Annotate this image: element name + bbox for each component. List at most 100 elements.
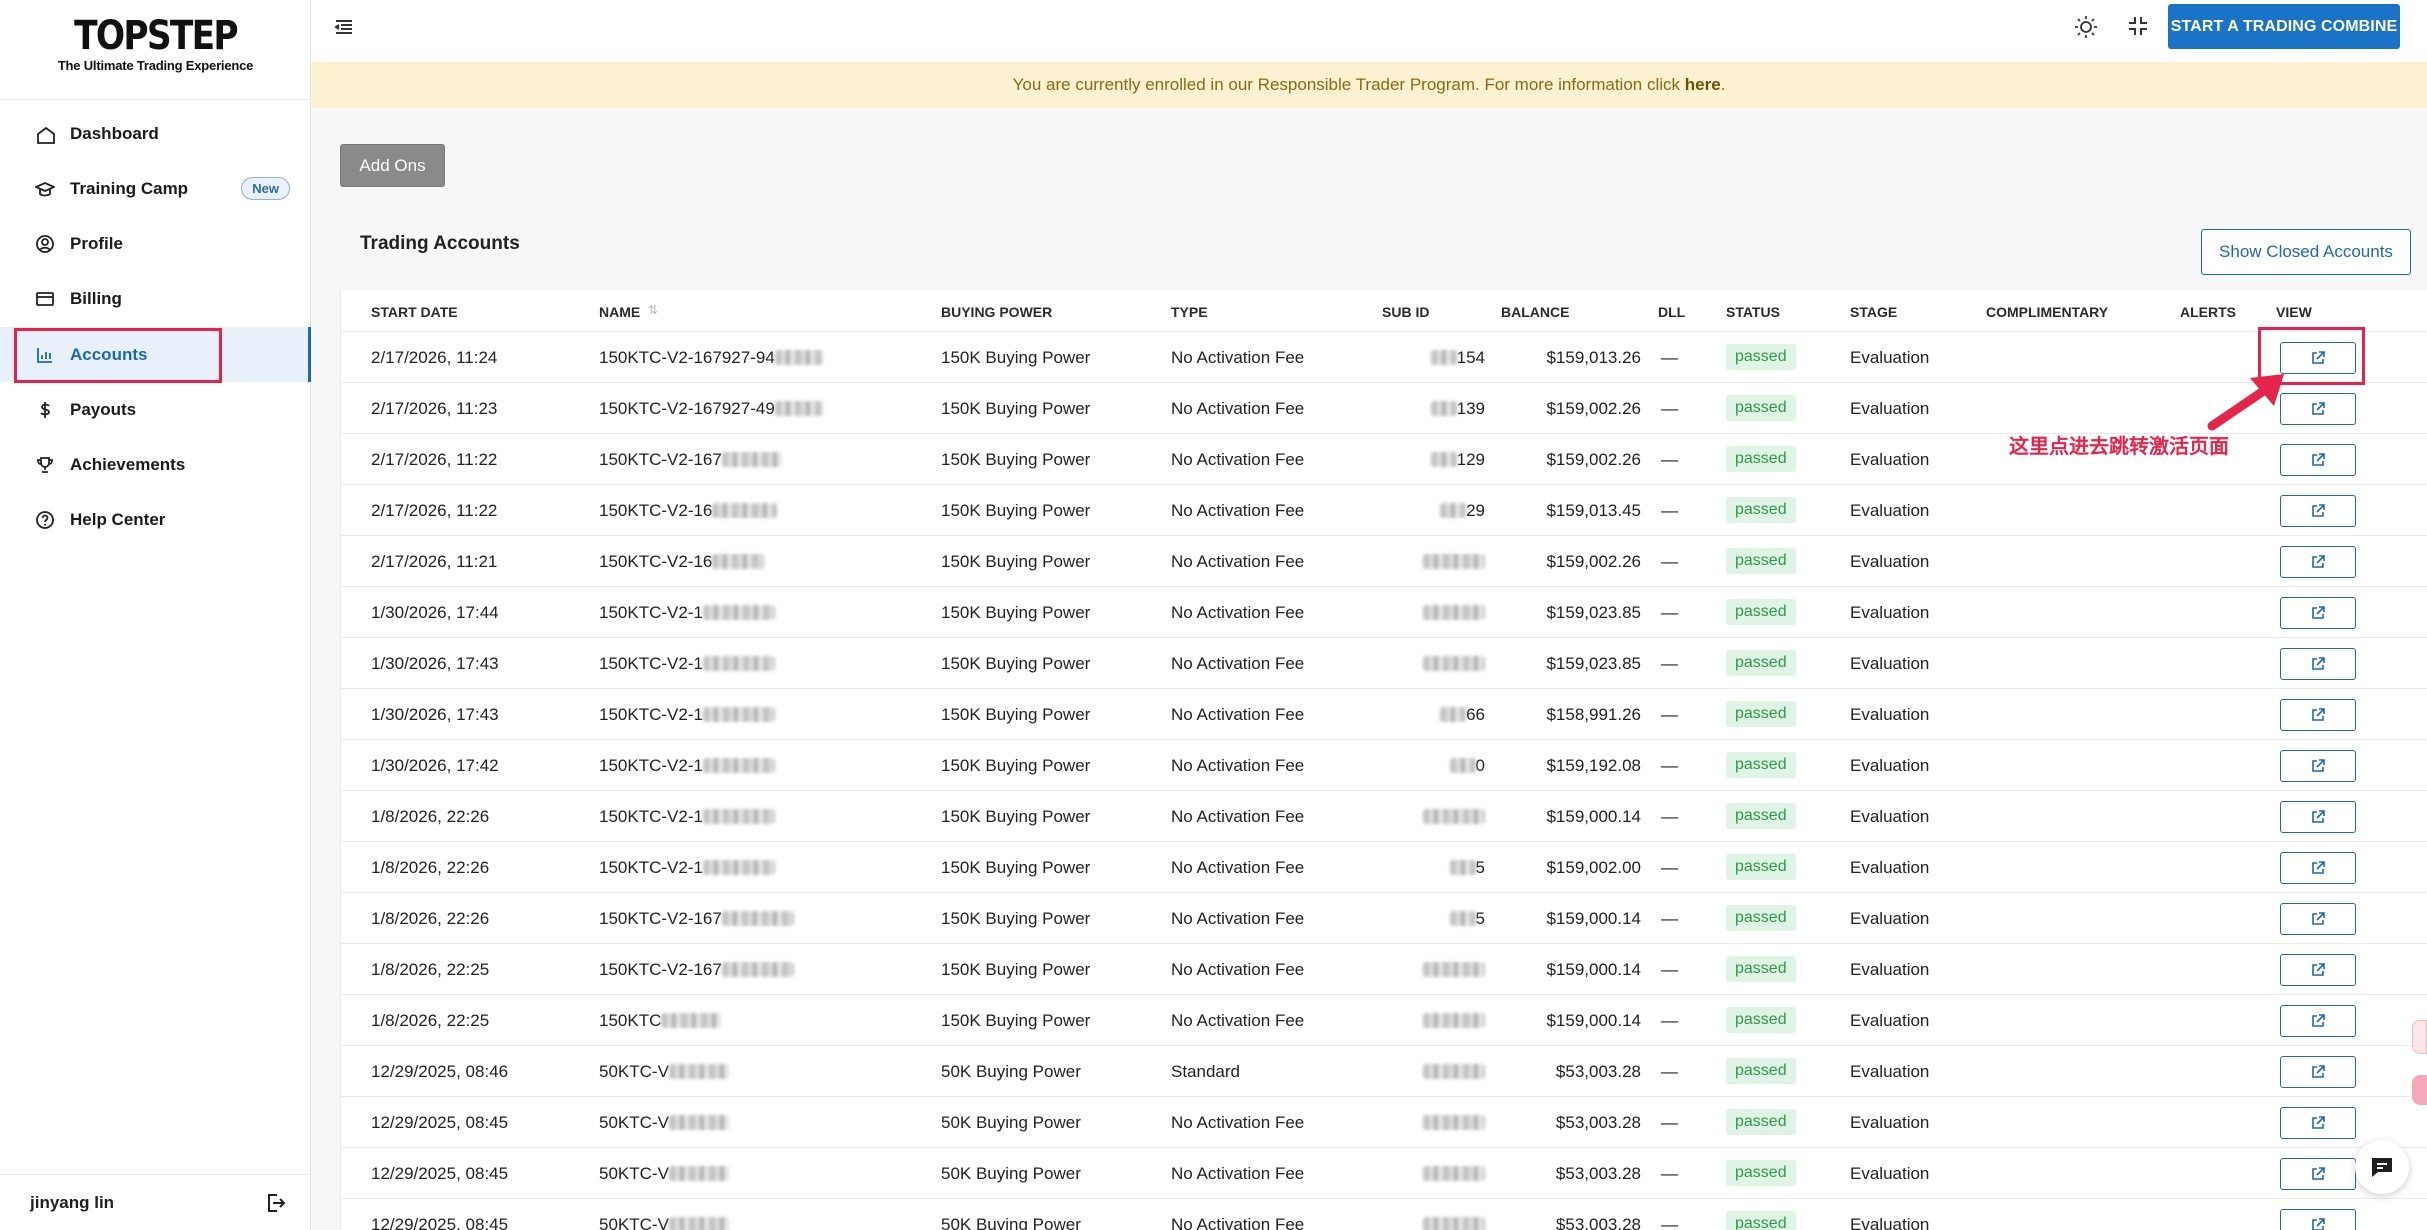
sidebar-item-label: Payouts [70,399,137,419]
chat-button[interactable] [2355,1140,2409,1194]
view-account-button[interactable] [2280,1209,2356,1230]
side-widget-top[interactable] [2412,1020,2427,1054]
redacted-blur [774,350,823,365]
view-account-button[interactable] [2280,699,2356,731]
sun-icon[interactable] [2073,14,2099,40]
account-name-text: 150KTC-V2-167927-94 [599,348,775,367]
view-account-button[interactable] [2280,852,2356,884]
dll-cell: — [1661,399,1678,418]
view-account-button[interactable] [2280,1056,2356,1088]
new-badge: New [241,177,290,200]
sub-id-cell [1415,960,1485,980]
redacted-blur [1423,1115,1485,1130]
view-account-button[interactable] [2280,801,2356,833]
balance-cell: $159,002.00 [1546,858,1641,877]
sidebar-item-billing[interactable]: Billing [14,271,310,326]
status-badge: passed [1726,395,1796,421]
account-name-cell: 50KTC-V [599,1215,729,1230]
account-name-text: 150KTC-V2-167 [599,450,722,469]
table-row: 1/8/2026, 22:26 150KTC-V2-167 150K Buying … [341,892,2427,943]
buying-power-cell: 150K Buying Power [941,756,1091,775]
start-date-cell: 12/29/2025, 08:46 [371,1062,509,1081]
start-date-cell: 12/29/2025, 08:45 [371,1215,509,1230]
view-account-button[interactable] [2280,750,2356,782]
redacted-blur [1440,707,1467,722]
sidebar-item-dashboard[interactable]: Dashboard [14,106,310,161]
column-header-type: TYPE [1171,304,1208,320]
dll-cell: — [1661,756,1678,775]
status-badge: passed [1726,344,1796,370]
sidebar-item-help-center[interactable]: Help Center [14,492,310,547]
sub-id-cell [1415,603,1485,623]
start-date-cell: 1/8/2026, 22:25 [371,1011,490,1030]
account-name-text: 150KTC-V2-1 [599,807,703,826]
user-name: jinyang lin [30,1192,115,1212]
sub-id-text: 66 [1466,705,1485,724]
view-account-button[interactable] [2280,546,2356,578]
status-badge: passed [1726,1211,1796,1230]
type-cell: No Activation Fee [1171,756,1305,775]
type-cell: No Activation Fee [1171,348,1305,367]
dll-cell: — [1661,909,1678,928]
chat-icon [2372,1158,2392,1177]
account-name-cell: 50KTC-V [599,1113,729,1133]
sidebar-item-training-camp[interactable]: Training Camp New [14,161,310,216]
start-date-cell: 12/29/2025, 08:45 [371,1164,509,1183]
account-name-cell: 150KTC-V2-167 [599,960,794,980]
sidebar-item-profile[interactable]: Profile [14,216,310,271]
logo[interactable]: TOPSTEP The Ultimate Trading Experience [0,0,311,100]
sort-icon[interactable]: ⇅ [648,303,658,317]
balance-cell: $159,002.26 [1546,552,1641,571]
view-account-button[interactable] [2280,1005,2356,1037]
column-header-dll: DLL [1658,304,1686,320]
balance-cell: $159,023.85 [1546,603,1641,622]
redacted-blur [1449,758,1476,773]
show-closed-accounts-button[interactable]: Show Closed Accounts [2201,229,2411,275]
dll-cell: — [1661,705,1678,724]
view-account-button[interactable] [2280,597,2356,629]
type-cell: No Activation Fee [1171,960,1305,979]
column-header-name[interactable]: NAME [599,304,640,320]
sidebar-item-achievements[interactable]: Achievements [14,437,310,492]
view-account-button[interactable] [2280,954,2356,986]
start-date-cell: 2/17/2026, 11:24 [371,348,498,367]
sub-id-cell: 66 [1415,705,1485,725]
view-account-button[interactable] [2280,1107,2356,1139]
external-link-icon [2312,504,2325,517]
view-account-button[interactable] [2280,393,2356,425]
redacted-blur [1430,452,1457,467]
view-account-button[interactable] [2280,1158,2356,1190]
view-account-button[interactable] [2280,903,2356,935]
annotation-highlight-accounts [14,328,222,383]
start-date-cell: 12/29/2025, 08:45 [371,1113,509,1132]
external-link-icon [2312,1014,2325,1027]
start-date-cell: 1/30/2026, 17:44 [371,603,499,622]
annotation-text: 这里点进去跳转激活页面 [2009,434,2229,458]
type-cell: No Activation Fee [1171,1011,1305,1030]
account-name-text: 150KTC [599,1011,662,1030]
buying-power-cell: 50K Buying Power [941,1215,1081,1230]
fullscreen-exit-icon[interactable] [2126,14,2150,38]
sidebar-item-label: Profile [70,233,123,253]
redacted-blur [702,707,775,722]
start-trading-combine-button[interactable]: START A TRADING COMBINE [2168,4,2400,49]
account-name-cell: 150KTC-V2-167927-94 [599,348,823,368]
start-date-cell: 2/17/2026, 11:23 [371,399,498,418]
notice-link[interactable]: here [1685,75,1721,94]
sidebar-item-payouts[interactable]: Payouts [14,382,310,437]
account-name-text: 150KTC-V2-1 [599,705,703,724]
responsible-trader-notice: You are currently enrolled in our Respon… [311,62,2427,108]
side-widget-bottom[interactable] [2412,1075,2427,1105]
type-cell: No Activation Fee [1171,654,1305,673]
sub-id-cell: 5 [1415,858,1485,878]
view-account-button[interactable] [2280,648,2356,680]
buying-power-cell: 50K Buying Power [941,1113,1081,1132]
logout-icon[interactable] [263,1191,287,1215]
credit-card-icon [34,288,56,310]
menu-collapse-icon[interactable] [333,16,355,38]
type-cell: No Activation Fee [1171,603,1305,622]
view-account-button[interactable] [2280,444,2356,476]
buying-power-cell: 150K Buying Power [941,603,1091,622]
view-account-button[interactable] [2280,495,2356,527]
add-ons-button[interactable]: Add Ons [340,144,445,187]
